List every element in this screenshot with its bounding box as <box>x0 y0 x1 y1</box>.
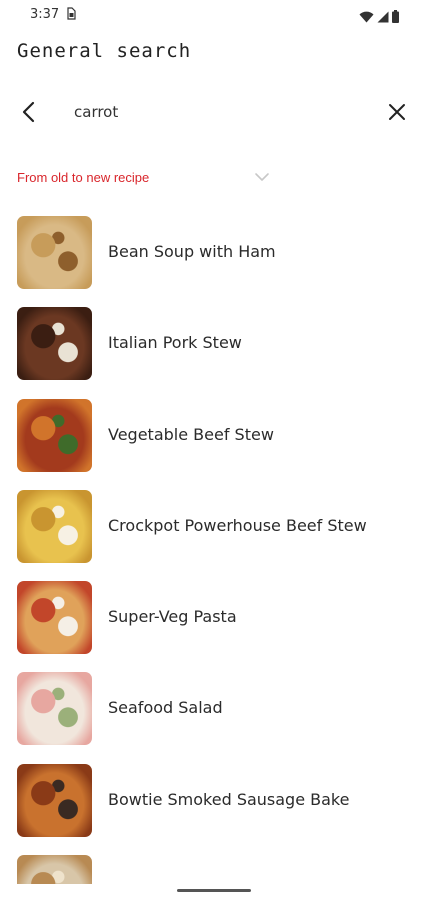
back-arrow-icon[interactable] <box>16 98 44 126</box>
list-item[interactable]: Bowtie Smoked Sausage Bake <box>0 760 427 851</box>
list-item[interactable]: Bean Soup with Ham <box>0 212 427 303</box>
recipe-thumbnail <box>17 216 92 289</box>
recipe-name: Italian Pork Stew <box>108 333 242 353</box>
recipe-name: Bean Soup with Ham <box>108 242 276 261</box>
list-item[interactable]: Italian Pork Stew <box>0 303 427 394</box>
sim-card-icon <box>66 7 76 23</box>
recipe-name: Bowtie Smoked Sausage Bake <box>108 789 350 809</box>
recipe-name: Crockpot Powerhouse Beef Stew <box>108 515 367 535</box>
status-bar: 3:37 <box>0 0 427 30</box>
sort-dropdown[interactable]: From old to new recipe <box>0 165 427 193</box>
close-icon[interactable] <box>383 98 411 126</box>
status-icons <box>359 8 399 27</box>
recipe-name: Vegetable Beef Stew <box>108 424 274 444</box>
signal-icon <box>377 8 389 27</box>
list-item[interactable] <box>0 851 427 884</box>
recipe-list: Bean Soup with Ham Italian Pork Stew Veget… <box>0 212 427 884</box>
recipe-thumbnail <box>17 672 92 746</box>
recipe-thumbnail <box>17 855 92 884</box>
sort-label: From old to new recipe <box>17 170 150 185</box>
recipe-thumbnail <box>17 489 92 563</box>
gesture-nav-handle[interactable] <box>177 889 251 892</box>
recipe-thumbnail <box>17 581 92 655</box>
battery-icon <box>392 8 399 27</box>
list-item[interactable]: Crockpot Powerhouse Beef Stew <box>0 486 427 577</box>
recipe-name: Seafood Salad <box>108 698 223 718</box>
search-bar <box>0 92 427 132</box>
list-item[interactable]: Vegetable Beef Stew <box>0 395 427 486</box>
recipe-thumbnail <box>17 398 92 472</box>
status-time: 3:37 <box>30 7 60 22</box>
search-input[interactable] <box>66 98 382 126</box>
chevron-down-icon <box>253 168 271 186</box>
list-item[interactable]: Seafood Salad <box>0 668 427 759</box>
recipe-name: Super-Veg Pasta <box>108 607 237 627</box>
recipe-thumbnail <box>17 307 92 381</box>
recipe-thumbnail <box>17 763 92 837</box>
list-item[interactable]: Super-Veg Pasta <box>0 577 427 668</box>
wifi-icon <box>359 8 374 27</box>
page-title: General search <box>17 40 192 62</box>
